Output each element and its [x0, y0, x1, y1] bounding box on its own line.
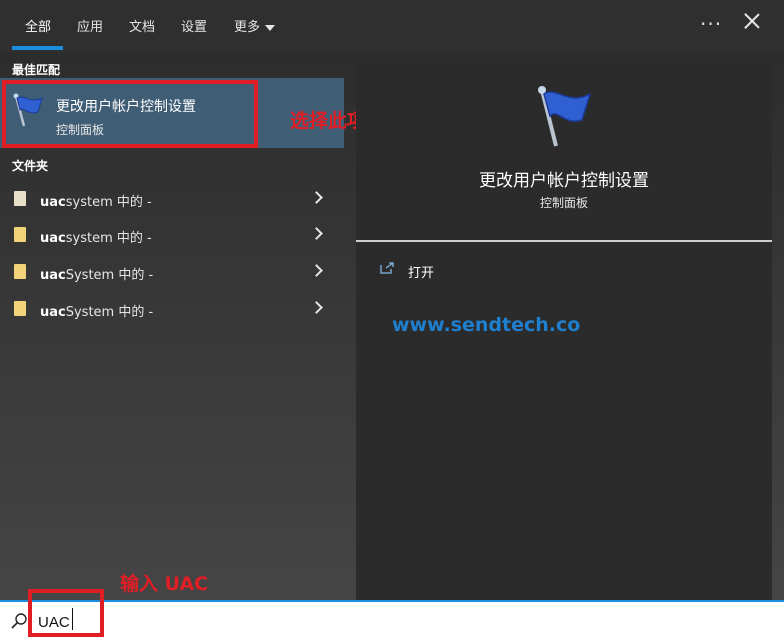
- folder-result[interactable]: uacSystem 中的 -: [0, 254, 344, 290]
- close-icon[interactable]: [741, 10, 763, 32]
- chevron-right-icon[interactable]: [310, 227, 323, 240]
- tab-all[interactable]: 全部: [25, 16, 51, 35]
- folder-icon: [14, 227, 26, 242]
- folder-result-label: uacSystem 中的 -: [40, 268, 154, 283]
- folder-result[interactable]: uacsystem 中的 -: [0, 217, 344, 253]
- folder-result-label: uacsystem 中的 -: [40, 195, 152, 210]
- preview-title: 更改用户帐户控制设置: [479, 171, 649, 191]
- best-match-heading: 最佳匹配: [12, 63, 61, 77]
- search-icon: [11, 613, 27, 629]
- folder-result-label: uacSystem 中的 -: [40, 305, 154, 320]
- annotation-highlight-box: [28, 589, 104, 637]
- tab-settings[interactable]: 设置: [181, 16, 207, 35]
- folder-icon: [14, 264, 26, 279]
- search-input[interactable]: [38, 610, 758, 634]
- tab-more-label: 更多: [234, 20, 261, 35]
- folder-result-label: uacsystem 中的 -: [40, 231, 152, 246]
- folders-heading: 文件夹: [12, 159, 49, 173]
- preview-subtitle: 控制面板: [539, 196, 588, 210]
- annotation-select-item: 选择此项: [290, 110, 367, 132]
- watermark-text: www.sendtech.co: [392, 314, 581, 336]
- annotation-highlight-box: [2, 80, 258, 148]
- chevron-right-icon[interactable]: [310, 191, 323, 204]
- chevron-right-icon[interactable]: [310, 264, 323, 277]
- document-icon: [14, 191, 26, 206]
- tab-documents[interactable]: 文档: [129, 16, 155, 35]
- folder-result[interactable]: uacsystem 中的 -: [0, 181, 344, 217]
- preview-pane: 更改用户帐户控制设置 控制面板 打开 www.sendtech.co: [356, 62, 772, 600]
- chevron-right-icon[interactable]: [310, 301, 323, 314]
- folder-result[interactable]: uacSystem 中的 -: [0, 291, 344, 327]
- chevron-down-icon: [265, 24, 276, 31]
- tab-apps[interactable]: 应用: [77, 16, 103, 35]
- active-tab-indicator: [12, 46, 63, 50]
- open-action[interactable]: 打开: [408, 262, 434, 281]
- more-options-icon[interactable]: ···: [700, 12, 722, 36]
- flag-icon: [538, 86, 592, 147]
- open-icon: [380, 262, 394, 274]
- search-bar[interactable]: [0, 600, 784, 640]
- tab-more[interactable]: 更多: [234, 16, 276, 35]
- annotation-type-uac: 输入 UAC: [120, 573, 209, 595]
- folder-icon: [14, 301, 26, 316]
- filter-tab-bar: [0, 0, 784, 52]
- divider: [356, 240, 772, 242]
